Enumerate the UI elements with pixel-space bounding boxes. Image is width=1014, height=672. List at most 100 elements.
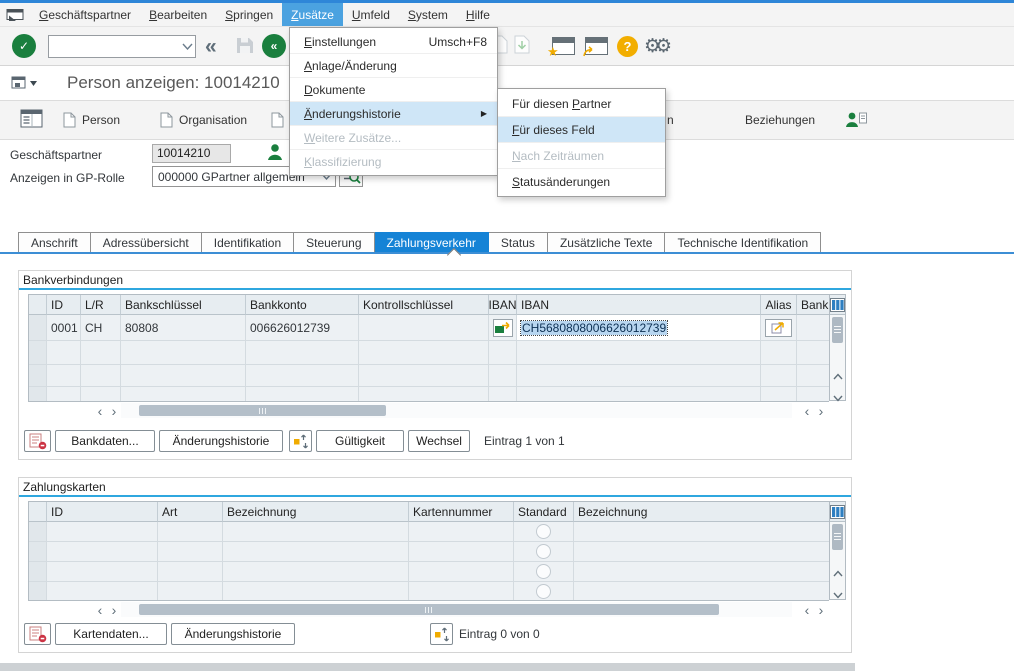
tab-zahlungsverkehr[interactable]: Zahlungsverkehr — [375, 232, 489, 253]
scroll-up-icon[interactable] — [833, 566, 843, 573]
cell-kontrollschluessel[interactable] — [359, 315, 489, 341]
command-dropdown-icon[interactable] — [182, 43, 193, 50]
column-header-alias[interactable]: Alias — [761, 295, 797, 315]
column-header-bankkonto[interactable]: Bankkonto — [246, 295, 359, 315]
bank-table-row-empty[interactable] — [29, 341, 829, 365]
create-shortcut-icon[interactable] — [585, 37, 608, 55]
menu-umfeld[interactable]: Umfeld — [343, 3, 399, 26]
bank-table-row-empty[interactable] — [29, 387, 829, 401]
column-header-bezeichnung[interactable]: Bezeichnung — [223, 502, 409, 522]
scroll-left-icon[interactable]: ‹ — [800, 403, 814, 418]
scrollbar-thumb[interactable] — [832, 524, 843, 550]
cell-id[interactable]: 0001 — [47, 315, 81, 341]
partner-relations-icon[interactable] — [845, 101, 867, 139]
scrollbar-track[interactable] — [121, 602, 792, 617]
menu-bearbeiten[interactable]: Bearbeiten — [140, 3, 216, 26]
column-header-id[interactable]: ID — [47, 502, 158, 522]
aenderungshistorie-button[interactable]: Änderungshistorie — [159, 430, 283, 452]
beziehungen-button[interactable]: Beziehungen — [745, 101, 815, 139]
table-settings-icon[interactable] — [830, 502, 845, 522]
row-selector-cell[interactable] — [29, 315, 47, 341]
cards-table-row-empty[interactable] — [29, 562, 829, 582]
standard-radio[interactable] — [536, 564, 551, 579]
column-header-bezeichnung2[interactable]: Bezeichnung — [574, 502, 829, 522]
tab-adressuebersicht[interactable]: Adressübersicht — [91, 232, 202, 253]
person-button[interactable]: Person — [63, 101, 120, 139]
menu-hilfe[interactable]: Hilfe — [457, 3, 499, 26]
aenderungshistorie-button[interactable]: Änderungshistorie — [171, 623, 295, 645]
enter-button[interactable]: ✓ — [12, 34, 36, 58]
tab-identifikation[interactable]: Identifikation — [202, 232, 294, 253]
submenu-item-fuer-dieses-feld[interactable]: Für dieses Feld — [498, 117, 665, 143]
delete-entry-icon[interactable] — [24, 430, 51, 452]
alias-create-icon[interactable] — [765, 319, 792, 337]
scroll-down-icon[interactable] — [833, 588, 843, 595]
hide-command-field-icon[interactable]: « — [205, 36, 217, 57]
scroll-right-icon[interactable]: › — [107, 403, 121, 418]
scroll-up-icon[interactable] — [833, 369, 843, 376]
table-settings-icon[interactable] — [830, 295, 845, 315]
scroll-right-icon[interactable]: › — [107, 602, 121, 617]
locator-toggle-icon[interactable] — [20, 109, 43, 131]
cell-bank[interactable] — [797, 315, 829, 341]
scroll-left-icon[interactable]: ‹ — [800, 602, 814, 617]
menu-item-einstellungen[interactable]: Einstellungen Umsch+F8 — [290, 30, 497, 54]
wechsel-button[interactable]: Wechsel — [408, 430, 470, 452]
kartendaten-button[interactable]: Kartendaten... — [55, 623, 167, 645]
column-header[interactable] — [29, 295, 47, 315]
column-header-lr[interactable]: L/R — [81, 295, 121, 315]
scroll-right-icon[interactable]: › — [814, 403, 828, 418]
menu-system[interactable]: System — [399, 3, 457, 26]
cell-iban[interactable]: CH5680808006626012739 — [517, 315, 761, 341]
column-header-kartennummer[interactable]: Kartennummer — [409, 502, 514, 522]
cell-lr[interactable]: CH — [81, 315, 121, 341]
column-header-bankschluessel[interactable]: Bankschlüssel — [121, 295, 246, 315]
menu-item-dokumente[interactable]: Dokumente — [290, 78, 497, 102]
menu-item-anlage-aenderung[interactable]: Anlage/Änderung — [290, 54, 497, 78]
scroll-down-icon[interactable] — [833, 391, 843, 398]
cell-bankkonto[interactable]: 006626012739 — [246, 315, 359, 341]
gueltigkeit-button[interactable]: Gültigkeit — [316, 430, 404, 452]
scrollbar-thumb[interactable] — [139, 405, 386, 416]
scrollbar-track[interactable] — [121, 403, 792, 418]
back-button[interactable]: « — [262, 34, 286, 58]
standard-radio[interactable] — [536, 544, 551, 559]
delete-entry-icon[interactable] — [24, 623, 51, 645]
object-services-icon[interactable] — [8, 72, 42, 93]
organisation-button[interactable]: Organisation — [160, 101, 247, 139]
column-header-standard[interactable]: Standard — [514, 502, 574, 522]
tab-steuerung[interactable]: Steuerung — [294, 232, 374, 253]
scroll-right-icon[interactable]: › — [814, 602, 828, 617]
scrollbar-thumb[interactable] — [139, 604, 719, 615]
cards-table-row-empty[interactable] — [29, 522, 829, 542]
standard-radio[interactable] — [536, 584, 551, 599]
gp-field-value[interactable]: 10014210 — [152, 144, 231, 163]
bank-table-row-empty[interactable] — [29, 365, 829, 387]
menu-zusaetze[interactable]: Zusätze — [282, 3, 343, 26]
customize-layout-icon[interactable]: ⚙⚙ — [644, 35, 666, 58]
scrollbar-thumb[interactable] — [832, 317, 843, 343]
column-header[interactable] — [29, 502, 47, 522]
tab-zusaetzliche-texte[interactable]: Zusätzliche Texte — [548, 232, 666, 253]
column-header-iban-icon[interactable]: IBAN — [489, 295, 517, 315]
column-header-iban[interactable]: IBAN — [517, 295, 761, 315]
new-session-icon[interactable]: ★ — [552, 37, 575, 55]
submenu-item-statusaenderungen[interactable]: Statusänderungen — [498, 169, 665, 194]
bank-table-row-1[interactable]: 0001 CH 80808 006626012739 CH — [29, 315, 829, 341]
column-header-kontrollschluessel[interactable]: Kontrollschlüssel — [359, 295, 489, 315]
gruppe-button-partial[interactable] — [271, 101, 284, 139]
menu-item-aenderungshistorie[interactable]: Änderungshistorie ▶ — [290, 102, 497, 126]
cards-table-row-empty[interactable] — [29, 542, 829, 562]
sort-entries-icon[interactable] — [430, 623, 453, 645]
column-header-bank[interactable]: Bank — [797, 295, 829, 315]
scroll-left-icon[interactable]: ‹ — [93, 602, 107, 617]
sort-entries-icon[interactable] — [289, 430, 312, 452]
scroll-left-icon[interactable]: ‹ — [93, 403, 107, 418]
cell-bankschluessel[interactable]: 80808 — [121, 315, 246, 341]
cards-table-row-empty[interactable] — [29, 582, 829, 600]
tab-anschrift[interactable]: Anschrift — [18, 232, 91, 253]
help-icon[interactable]: ? — [617, 36, 638, 57]
submenu-item-fuer-diesen-partner[interactable]: Für diesen Partner — [498, 91, 665, 117]
iban-display-icon[interactable] — [493, 319, 513, 337]
menu-geschaeftspartner[interactable]: Geschäftspartner — [30, 3, 140, 26]
